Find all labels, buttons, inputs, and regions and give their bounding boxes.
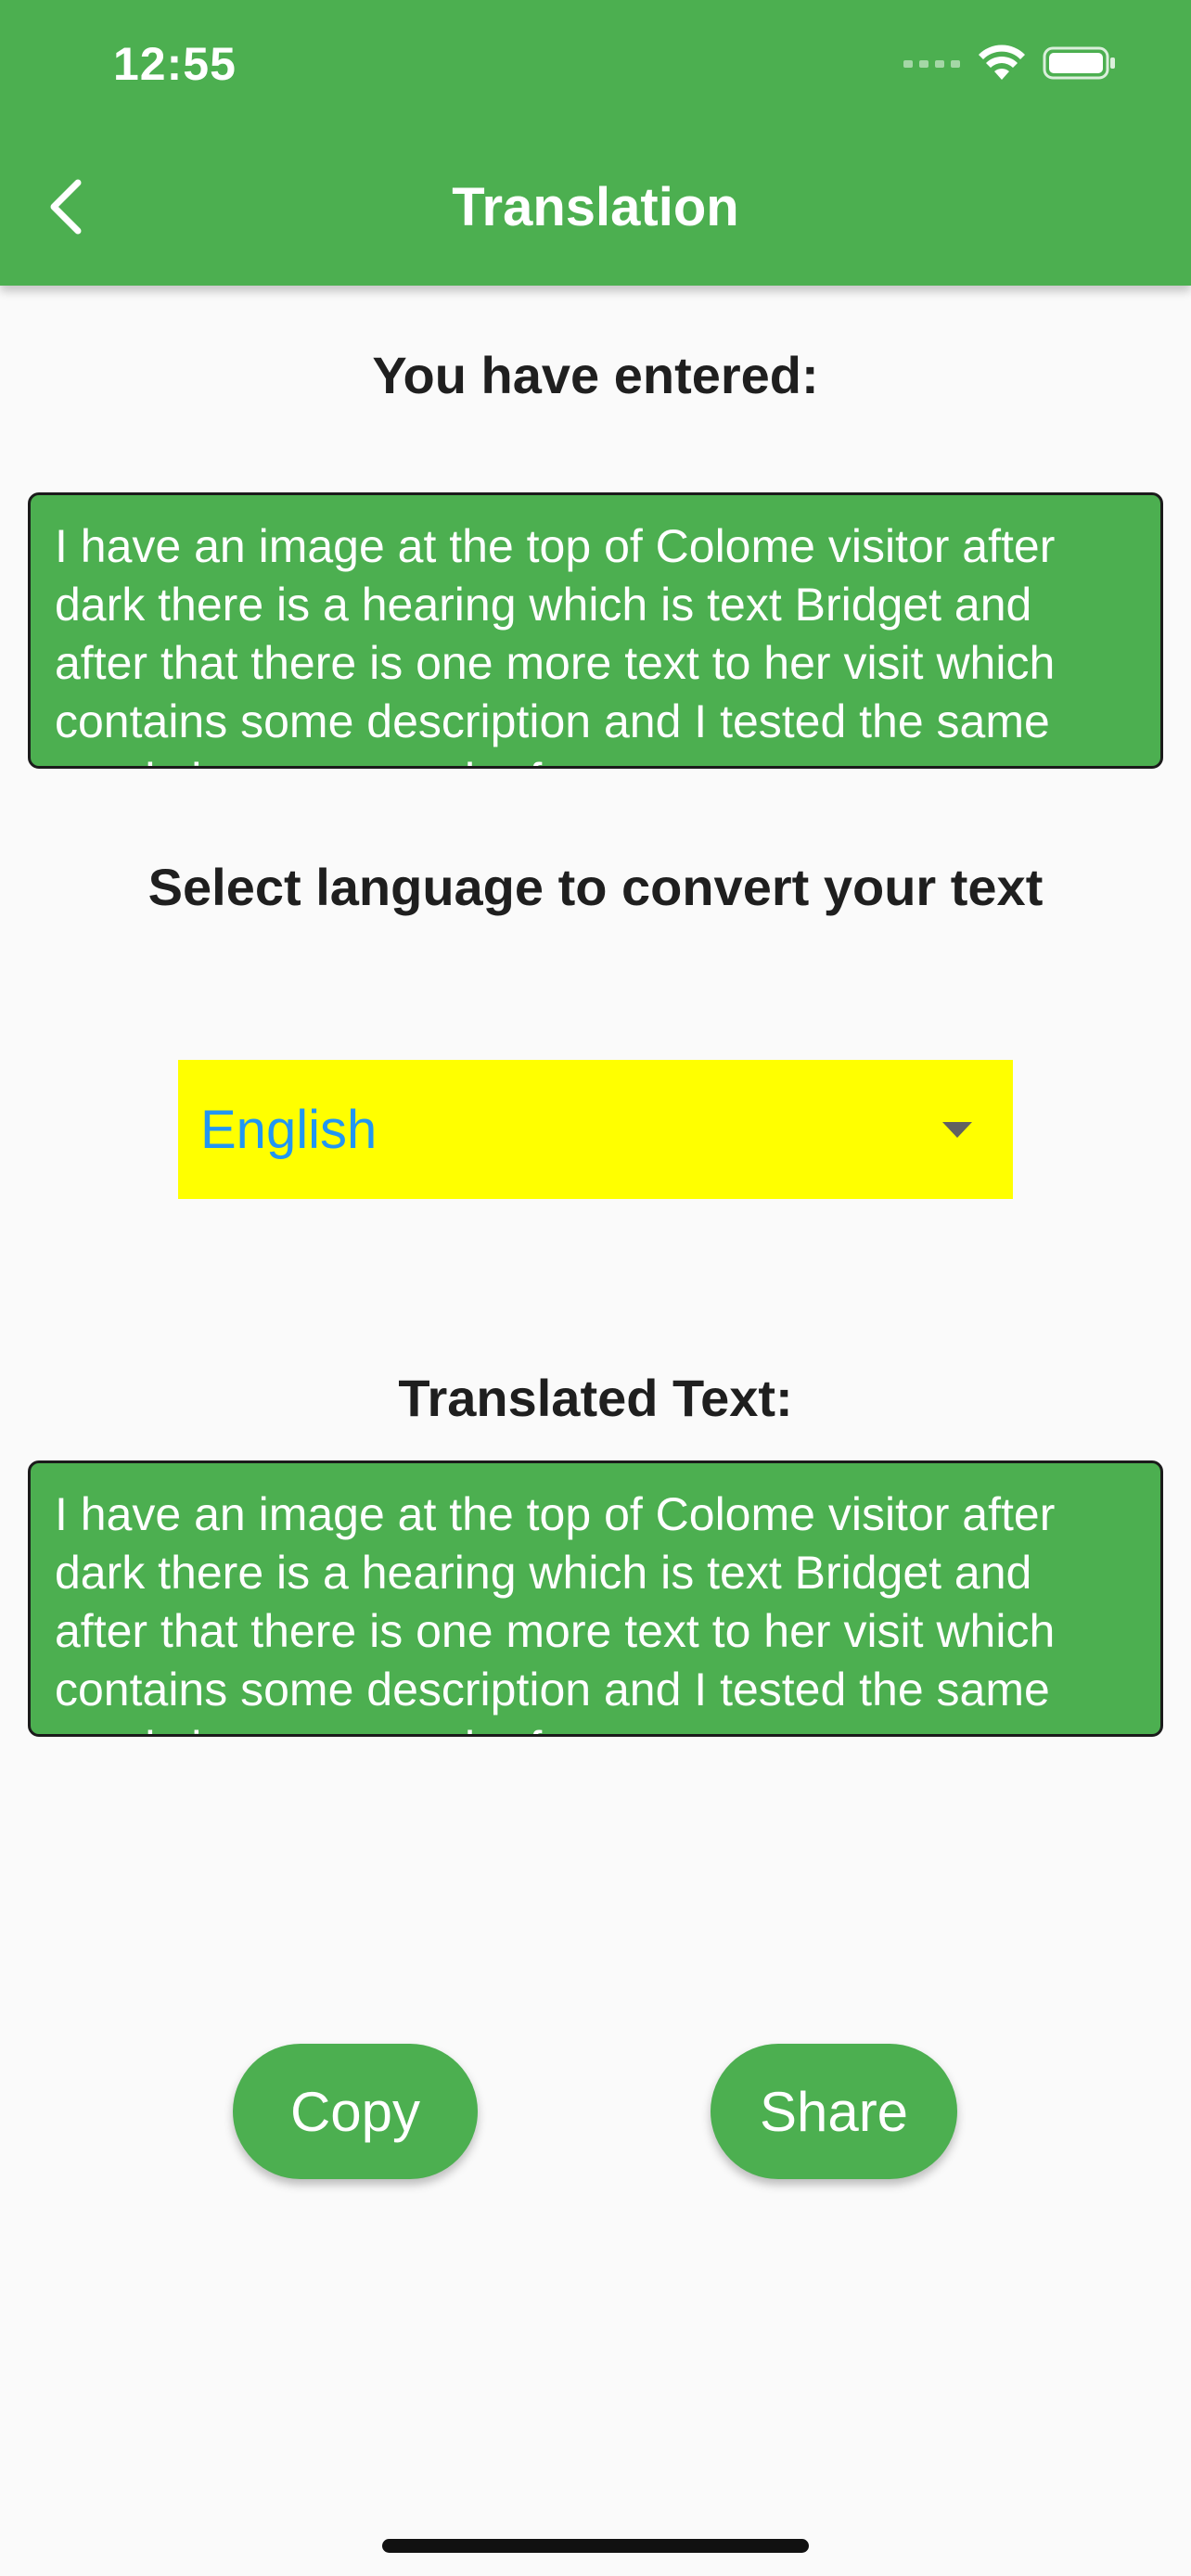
battery-icon [1043,45,1117,86]
status-icons [903,45,1117,86]
input-text-box[interactable]: I have an image at the top of Colome vis… [28,492,1163,769]
input-heading: You have entered: [372,346,819,404]
share-button[interactable]: Share [711,2044,957,2179]
dropdown-arrow-icon [942,1121,972,1138]
selected-language: English [200,1099,378,1160]
translated-text-box[interactable]: I have an image at the top of Colome vis… [28,1460,1163,1737]
cellular-signal-icon [903,57,961,74]
page-title: Translation [452,177,739,237]
copy-button[interactable]: Copy [233,2044,478,2179]
language-heading: Select language to convert your text [147,858,1044,916]
status-time: 12:55 [113,38,237,90]
input-text: I have an image at the top of Colome vis… [55,520,1056,766]
language-dropdown[interactable]: English [178,1060,1013,1199]
home-indicator [382,2539,809,2553]
output-heading: Translated Text: [398,1369,793,1427]
translated-text: I have an image at the top of Colome vis… [55,1488,1056,1734]
app-bar: 12:55 Translation [0,0,1191,286]
wifi-icon [978,45,1026,86]
